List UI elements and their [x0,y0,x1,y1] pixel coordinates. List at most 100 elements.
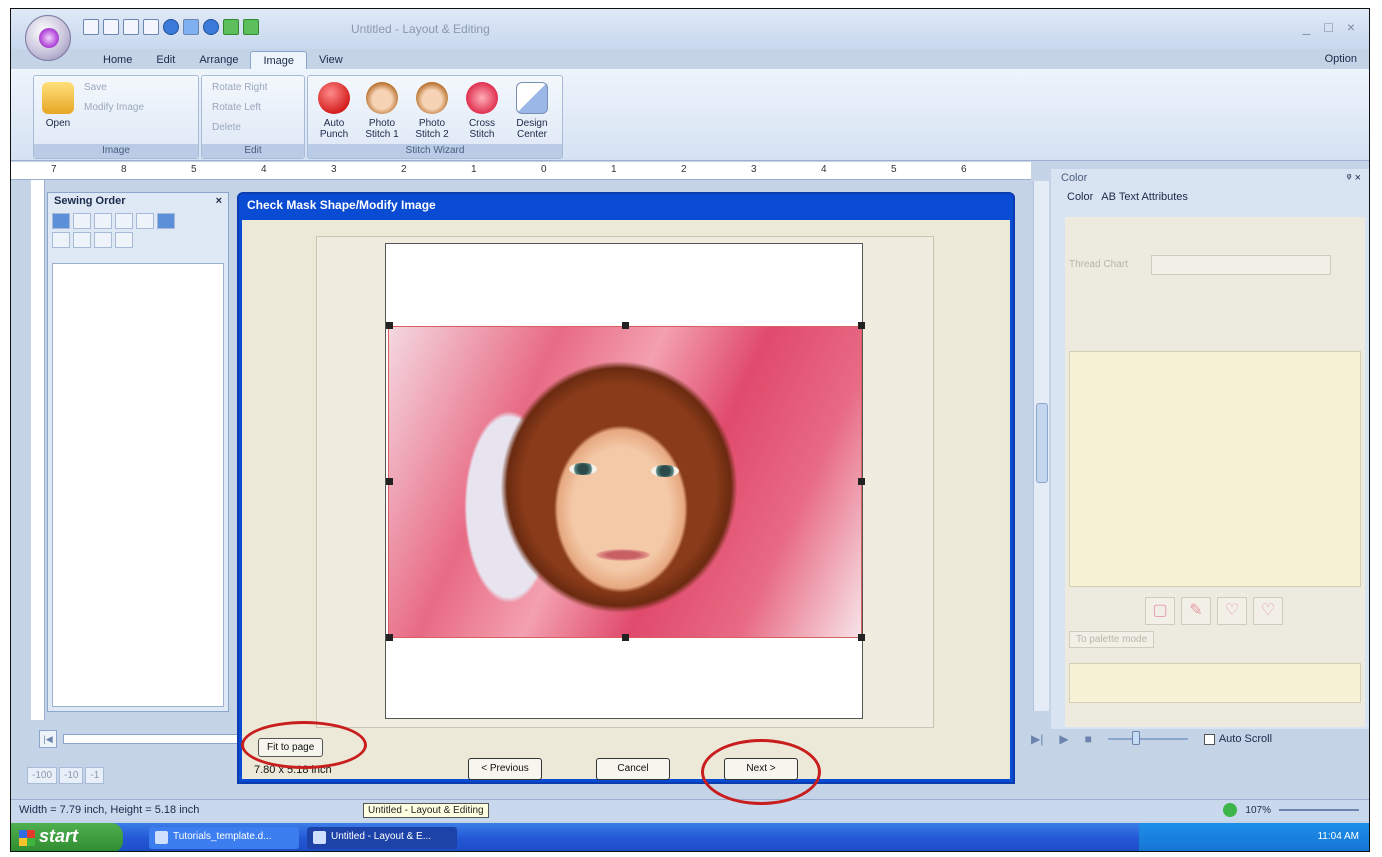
right-eye [651,465,679,477]
stitch-progress-bar[interactable] [63,734,243,744]
auto-scroll-checkbox[interactable] [1203,733,1215,745]
delete-button[interactable]: Delete [212,122,241,133]
sewing-order-title: Sewing Order [54,195,126,207]
sewing-order-list[interactable] [52,263,224,707]
tab-color[interactable]: Color [1067,191,1093,203]
resize-handle[interactable] [622,634,629,641]
lock-icon[interactable] [115,213,133,229]
ruler-label: 2 [401,164,407,175]
order-tool-icon[interactable] [73,213,91,229]
round-tool-icon[interactable] [163,19,179,35]
maximize-button[interactable]: □ [1324,19,1332,35]
zoom-level: 107% [1245,804,1271,816]
modify-image-button[interactable]: Modify Image [84,102,144,113]
stop-icon[interactable]: ■ [1085,732,1092,746]
photo-stitch-2-button[interactable]: Photo Stitch 2 [410,82,454,140]
resize-handle[interactable] [858,634,865,641]
selected-tool-icon[interactable] [183,19,199,35]
rotate-right-button[interactable]: Rotate Right [212,82,268,93]
open-button[interactable]: Open [36,82,80,129]
step-buttons: -100 -10 -1 [27,767,105,784]
resize-handle[interactable] [386,322,393,329]
taskbar-item-layout[interactable]: Untitled - Layout & E... [307,827,457,849]
step-minus-1[interactable]: -1 [85,767,105,784]
taskbar-item-tutorial[interactable]: Tutorials_template.d... [149,827,299,849]
cancel-button[interactable]: Cancel [596,758,670,780]
order-tool-icon[interactable] [73,232,91,248]
close-button[interactable]: × [1347,19,1355,35]
resize-handle[interactable] [386,634,393,641]
order-tool-icon[interactable] [94,213,112,229]
window-controls: _ □ × [1303,19,1355,35]
step-end-icon[interactable]: ▶| [1031,732,1043,746]
close-icon[interactable]: × [216,195,222,207]
open-folder-icon[interactable] [123,19,139,35]
girl-photo-icon [416,82,448,114]
cursor-icon[interactable] [115,232,133,248]
application-button[interactable] [25,15,71,61]
seek-start-icon[interactable]: |◀ [39,730,57,748]
panel-pin-close-icon[interactable]: ᵠ × [1347,172,1361,184]
color-wand-icon[interactable]: ✎ [1181,597,1211,625]
previous-button[interactable]: < Previous [468,758,542,780]
order-tool-icon[interactable] [136,213,154,229]
tab-text-attributes[interactable]: AB Text Attributes [1101,191,1188,203]
zoom-slider[interactable] [1279,809,1359,811]
tab-arrange[interactable]: Arrange [187,51,250,70]
cross-stitch-icon [466,82,498,114]
minimize-button[interactable]: _ [1303,19,1311,35]
color-box-icon[interactable]: ▢ [1145,597,1175,625]
heart-icon[interactable]: ♡ [1253,597,1283,625]
slider-knob[interactable] [1131,731,1140,745]
dialog-body: Fit to page 7.80 x 5.18 inch < Previous … [242,220,1010,780]
ruler-label: 3 [331,164,337,175]
play-icon[interactable]: ▶ [1059,732,1068,746]
color-panel: Color ᵠ × Color AB Text Attributes Threa… [1051,169,1369,729]
undo-icon[interactable] [223,19,239,35]
color-panel-header: Color ᵠ × [1051,169,1369,189]
sewing-order-header: Sewing Order × [48,193,228,211]
photo-stitch-1-button[interactable]: Photo Stitch 1 [360,82,404,140]
thread-chart-select[interactable] [1151,255,1331,275]
save-icon[interactable] [143,19,159,35]
heart-icon[interactable]: ♡ [1217,597,1247,625]
to-palette-mode-button[interactable]: To palette mode [1069,631,1155,648]
resize-handle[interactable] [386,478,393,485]
save-menu[interactable]: Save [84,82,107,93]
ruler-label: 1 [611,164,617,175]
tab-edit[interactable]: Edit [144,51,187,70]
auto-punch-button[interactable]: Auto Punch [312,82,356,140]
tool-dropdown-icon[interactable] [203,19,219,35]
color-detail-area [1069,663,1361,703]
rotate-left-button[interactable]: Rotate Left [212,102,261,113]
option-menu[interactable]: Option [1325,53,1357,65]
tab-home[interactable]: Home [91,51,144,70]
new-icon[interactable] [83,19,99,35]
highlight-ring-fit [241,721,367,769]
girl-photo[interactable] [388,326,862,638]
resize-handle[interactable] [858,322,865,329]
scrollbar-thumb[interactable] [1036,403,1048,483]
scissors-icon[interactable] [94,232,112,248]
horizontal-ruler: 7 8 5 4 3 2 1 0 1 2 3 4 5 6 [11,162,1031,180]
tab-view[interactable]: View [307,51,355,70]
cross-stitch-button[interactable]: Cross Stitch [460,82,504,140]
group-icon[interactable] [157,213,175,229]
auto-scroll-toggle[interactable]: Auto Scroll [1203,733,1272,745]
redo-icon[interactable] [243,19,259,35]
resize-handle[interactable] [858,478,865,485]
design-center-button[interactable]: Design Center [510,82,554,140]
order-tool-icon[interactable] [52,232,70,248]
document-icon[interactable] [103,19,119,35]
speed-slider[interactable] [1107,731,1188,745]
taskbar-tooltip: Untitled - Layout & Editing [363,803,489,818]
resize-handle[interactable] [622,322,629,329]
ruler-label: 5 [891,164,897,175]
step-minus-100[interactable]: -100 [27,767,58,784]
tab-image[interactable]: Image [250,51,308,70]
select-icon[interactable] [52,213,70,229]
step-minus-10[interactable]: -10 [59,767,84,784]
canvas-scrollbar[interactable] [1033,181,1049,711]
refresh-icon[interactable] [1223,803,1238,817]
start-button[interactable]: start [11,823,123,851]
